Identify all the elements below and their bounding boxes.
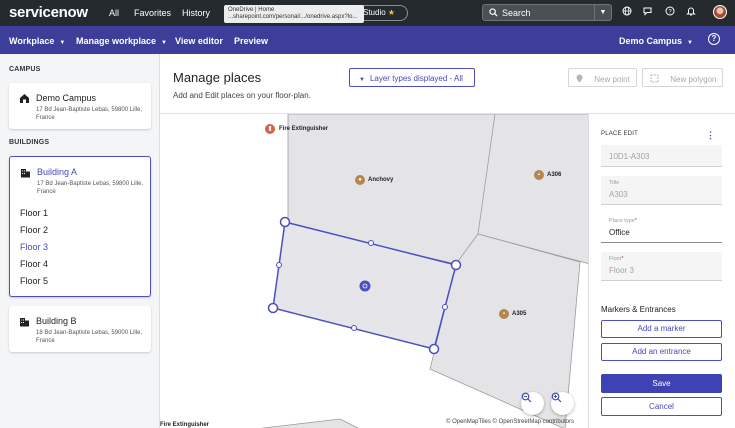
chevron-down-icon: ▼ bbox=[161, 40, 167, 46]
vertex-handle[interactable] bbox=[267, 302, 279, 314]
buildings-heading: BUILDINGS bbox=[9, 139, 50, 146]
room-bottom[interactable] bbox=[255, 418, 360, 428]
a305-label: A305 bbox=[512, 311, 527, 317]
top-header: servicenow All Favorites History Studio … bbox=[0, 0, 735, 26]
nav-workplace[interactable]: Workplace ▼ bbox=[9, 36, 65, 46]
add-entrance-button[interactable]: Add an entrance bbox=[601, 343, 722, 361]
map-canvas[interactable] bbox=[160, 114, 588, 428]
chevron-down-icon: ▼ bbox=[359, 77, 365, 83]
building-b-address: 18 Bd Jean-Baptiste Lebas, 59000 Lille, … bbox=[36, 330, 143, 344]
room-marker-icon[interactable]: ● bbox=[355, 175, 365, 185]
place-type-value: Office bbox=[609, 228, 630, 237]
floor-value: Floor 3 bbox=[609, 266, 634, 275]
nav-all[interactable]: All bbox=[109, 8, 119, 18]
vertex-handle[interactable] bbox=[450, 259, 462, 271]
page-title: Manage places bbox=[173, 70, 262, 85]
floor-item-2[interactable]: Floor 2 bbox=[20, 225, 48, 235]
chat-icon[interactable] bbox=[642, 6, 654, 20]
nav-manage-workplace[interactable]: Manage workplace ▼ bbox=[76, 36, 167, 46]
anchovy-label: Anchovy bbox=[368, 177, 394, 183]
zoom-in-icon bbox=[551, 392, 562, 403]
midpoint-handle[interactable] bbox=[442, 304, 448, 310]
campus-selector[interactable]: Demo Campus ▼ bbox=[619, 36, 693, 46]
campus-card[interactable]: Demo Campus 17 Bd Jean-Baptiste Lebas, 5… bbox=[9, 83, 151, 129]
chevron-down-icon: ▼ bbox=[687, 40, 693, 46]
zoom-out-icon bbox=[521, 392, 532, 403]
code-field: 10D1-A303 bbox=[601, 145, 722, 167]
floor-field: Floor* Floor 3 bbox=[601, 252, 722, 281]
bell-icon[interactable] bbox=[685, 6, 697, 20]
nav-preview[interactable]: Preview bbox=[234, 36, 268, 46]
add-marker-button[interactable]: Add a marker bbox=[601, 320, 722, 338]
campus-address: 17 Bd Jean-Baptiste Lebas, 59800 Lille, … bbox=[36, 107, 143, 121]
fire-extinguisher-label: Fire Extinguisher bbox=[160, 422, 210, 428]
nav-view-editor[interactable]: View editor bbox=[175, 36, 223, 46]
vertex-handle[interactable] bbox=[279, 216, 291, 228]
cancel-button[interactable]: Cancel bbox=[601, 397, 722, 416]
help-circle-icon[interactable]: ? bbox=[664, 6, 676, 20]
midpoint-handle[interactable] bbox=[276, 262, 282, 268]
building-icon bbox=[20, 167, 31, 178]
browser-tooltip: OneDrive | Home ...sharepoint.com/person… bbox=[224, 5, 364, 23]
building-icon bbox=[19, 316, 30, 327]
building-a-name: Building A bbox=[37, 167, 78, 177]
center-marker[interactable] bbox=[359, 280, 371, 292]
nav-favorites[interactable]: Favorites bbox=[134, 8, 171, 18]
app-navbar: Workplace ▼ Manage workplace ▼ View editor… bbox=[0, 26, 735, 54]
a306-label: A306 bbox=[547, 172, 562, 178]
user-avatar[interactable] bbox=[713, 5, 727, 19]
floor-item-5[interactable]: Floor 5 bbox=[20, 276, 48, 286]
page-subtitle: Add and Edit places on your floor-plan. bbox=[173, 91, 311, 100]
building-a-card[interactable]: Building A 17 Bd Jean-Baptiste Lebas, 59… bbox=[9, 156, 151, 297]
title-label: Title bbox=[609, 180, 620, 186]
markers-heading: Markers & Entrances bbox=[601, 305, 676, 314]
search-icon bbox=[489, 8, 498, 19]
midpoint-handle[interactable] bbox=[368, 240, 374, 246]
nav-history[interactable]: History bbox=[182, 8, 210, 18]
location-pin-icon bbox=[576, 74, 585, 84]
layer-types-button[interactable]: ▼ Layer types displayed - All bbox=[349, 68, 475, 87]
zoom-in-button[interactable] bbox=[551, 392, 574, 415]
more-options-icon[interactable]: ⋮ bbox=[706, 130, 715, 141]
map-attribution[interactable]: © OpenMapTiles © OpenStreetMap contribut… bbox=[446, 419, 574, 425]
room-marker-icon[interactable]: ▪ bbox=[534, 170, 544, 180]
floor-item-1[interactable]: Floor 1 bbox=[20, 208, 48, 218]
global-search[interactable]: Search ▼ bbox=[482, 4, 612, 21]
servicenow-logo[interactable]: servicenow bbox=[9, 4, 88, 21]
search-label: Search bbox=[502, 8, 531, 18]
campus-name: Demo Campus bbox=[36, 93, 97, 103]
panel-heading: PLACE EDIT bbox=[601, 131, 639, 137]
room-marker-icon[interactable]: ▪ bbox=[499, 309, 509, 319]
help-icon[interactable]: ? bbox=[708, 33, 720, 45]
code-value: 10D1-A303 bbox=[609, 152, 650, 161]
zoom-out-button[interactable] bbox=[521, 392, 544, 415]
building-b-name: Building B bbox=[36, 316, 77, 326]
place-type-label: Place type* bbox=[609, 218, 637, 224]
title-field: Title A303 bbox=[601, 176, 722, 205]
tooltip-title: OneDrive | Home bbox=[228, 7, 275, 13]
tooltip-url: ...sharepoint.com/personal/.../onedrive.… bbox=[228, 14, 358, 20]
campus-icon bbox=[19, 93, 30, 104]
chevron-down-icon[interactable]: ▼ bbox=[594, 5, 611, 20]
new-polygon-button[interactable]: New polygon bbox=[642, 68, 723, 87]
new-point-button[interactable]: New point bbox=[568, 68, 637, 87]
fire-extinguisher-icon[interactable]: ▮ bbox=[265, 124, 275, 134]
title-value: A303 bbox=[609, 190, 628, 199]
floor-item-3[interactable]: Floor 3 bbox=[20, 242, 48, 252]
vertex-handle[interactable] bbox=[428, 343, 440, 355]
midpoint-handle[interactable] bbox=[351, 325, 357, 331]
floor-item-4[interactable]: Floor 4 bbox=[20, 259, 48, 269]
building-a-address: 17 Bd Jean-Baptiste Lebas, 59800 Lille, … bbox=[37, 181, 144, 195]
star-icon: ★ bbox=[387, 8, 396, 17]
floor-label: Floor* bbox=[609, 256, 624, 262]
floor-plan-map[interactable]: ▮ Fire Extinguisher ● Anchovy ▪ A306 ▪ A… bbox=[160, 113, 588, 428]
building-b-card[interactable]: Building B 18 Bd Jean-Baptiste Lebas, 59… bbox=[9, 306, 151, 352]
campus-heading: CAMPUS bbox=[9, 66, 41, 73]
globe-icon[interactable] bbox=[621, 6, 633, 20]
polygon-icon bbox=[650, 74, 661, 84]
fire-extinguisher-label: Fire Extinguisher bbox=[279, 126, 329, 132]
save-button[interactable]: Save bbox=[601, 374, 722, 393]
chevron-down-icon: ▼ bbox=[59, 40, 66, 46]
place-type-select[interactable]: Place type* Office bbox=[601, 214, 722, 243]
